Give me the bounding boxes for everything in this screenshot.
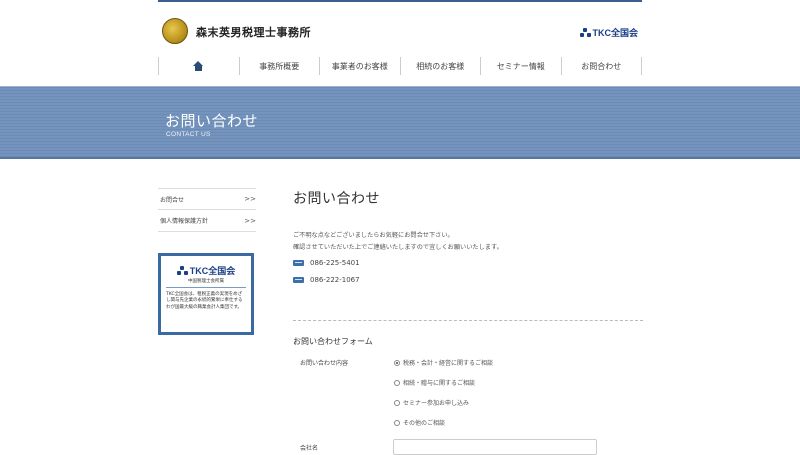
form-title: お問い合わせフォーム <box>293 337 373 346</box>
radio-option-seminar[interactable]: セミナー参加お申し込み <box>394 398 469 407</box>
section-divider <box>293 320 643 321</box>
nav-home[interactable] <box>158 57 239 75</box>
global-nav: 事務所概要 事業者のお客様 相続のお客様 セミナー情報 お問合わせ <box>158 57 642 75</box>
company-name-input[interactable] <box>393 439 597 455</box>
home-icon <box>193 61 204 71</box>
intro-line-2: 確認させていただいた上でご連絡いたしますので宜しくお願いいたします。 <box>293 244 503 251</box>
site-header: 森末英男税理士事務所 TKC全国会 <box>158 14 642 48</box>
fax-badge-icon <box>293 277 304 283</box>
radio-button[interactable] <box>394 379 400 386</box>
tkc-banner-logo-text: TKC全国会 <box>189 266 236 276</box>
office-name[interactable]: 森末英男税理士事務所 <box>196 24 311 40</box>
tkc-mark-icon <box>579 27 591 38</box>
tkc-header-logo[interactable]: TKC全国会 <box>579 26 639 39</box>
tkc-header-logo-text: TKC全国会 <box>592 28 639 38</box>
company-name-label: 会社名 <box>300 445 319 452</box>
radio-label: 税務・会計・経営に関するご相談 <box>403 360 494 367</box>
tel-number[interactable]: 086-225-5401 <box>310 259 360 267</box>
nav-item-contact[interactable]: お問合わせ <box>560 57 642 75</box>
double-chevron-icon: >> <box>244 216 256 225</box>
radio-label: その他のご相談 <box>403 420 446 427</box>
hero-subtitle: CONTACT US <box>166 131 211 138</box>
radio-button[interactable] <box>394 399 400 406</box>
sidebar-link-contact[interactable]: お問合せ >> <box>158 188 256 210</box>
main-content: お問い合わせ ご不明な点などございましたらお気軽にお問合せ下さい。 確認させてい… <box>293 188 643 284</box>
radio-option-tax[interactable]: 税務・会計・経営に関するご相談 <box>394 358 493 367</box>
radio-label: 相続・贈与に関するご相談 <box>403 380 476 387</box>
hero-title: お問い合わせ <box>165 112 259 130</box>
tkc-banner-description: TKC全国会は、租税正義の実現をめざし関与先企業の永続的繁栄に奉仕するわが国最大… <box>166 292 243 310</box>
radio-button[interactable] <box>394 359 400 366</box>
fax-number: 086-222-1067 <box>310 276 360 284</box>
top-accent-bar <box>158 0 642 2</box>
intro-line-1: ご不明な点などございましたらお気軽にお問合せ下さい。 <box>293 232 454 239</box>
inquiry-type-label: お問い合わせ内容 <box>300 360 349 367</box>
nav-item-office[interactable]: 事務所概要 <box>238 57 320 75</box>
tel-badge-icon <box>293 260 304 266</box>
radio-label: セミナー参加お申し込み <box>403 400 470 407</box>
tkc-banner[interactable]: TKC全国会 中国税理士会所属 TKC全国会は、租税正義の実現をめざし関与先企業… <box>158 253 254 335</box>
page-title: お問い合わせ <box>293 191 380 207</box>
nav-item-inheritance[interactable]: 相続のお客様 <box>399 57 481 75</box>
tel-row: 086-225-5401 <box>293 259 360 267</box>
nav-item-seminar[interactable]: セミナー情報 <box>480 57 561 75</box>
fax-row: 086-222-1067 <box>293 276 360 284</box>
sidebar: お問合せ >> 個人情報保護方針 >> <box>158 188 256 232</box>
radio-option-other[interactable]: その他のご相談 <box>394 418 445 427</box>
radio-option-inheritance[interactable]: 相続・贈与に関するご相談 <box>394 378 475 387</box>
sidebar-link-privacy[interactable]: 個人情報保護方針 >> <box>158 210 256 232</box>
gold-seal-icon[interactable] <box>162 18 188 44</box>
nav-item-business[interactable]: 事業者のお客様 <box>319 57 400 75</box>
radio-button[interactable] <box>394 419 400 426</box>
sidebar-link-label: 個人情報保護方針 <box>160 218 209 225</box>
page-hero-banner: お問い合わせ CONTACT US <box>0 86 800 159</box>
tkc-banner-logo: TKC全国会 <box>166 264 246 277</box>
sidebar-link-label: お問合せ <box>160 196 185 204</box>
intro-text: ご不明な点などございましたらお気軽にお問合せ下さい。 確認させていただいた上でご… <box>293 230 503 254</box>
double-chevron-icon: >> <box>244 195 256 203</box>
tkc-banner-subtitle: 中国税理士会所属 <box>166 278 246 288</box>
tkc-mark-icon <box>176 265 188 276</box>
